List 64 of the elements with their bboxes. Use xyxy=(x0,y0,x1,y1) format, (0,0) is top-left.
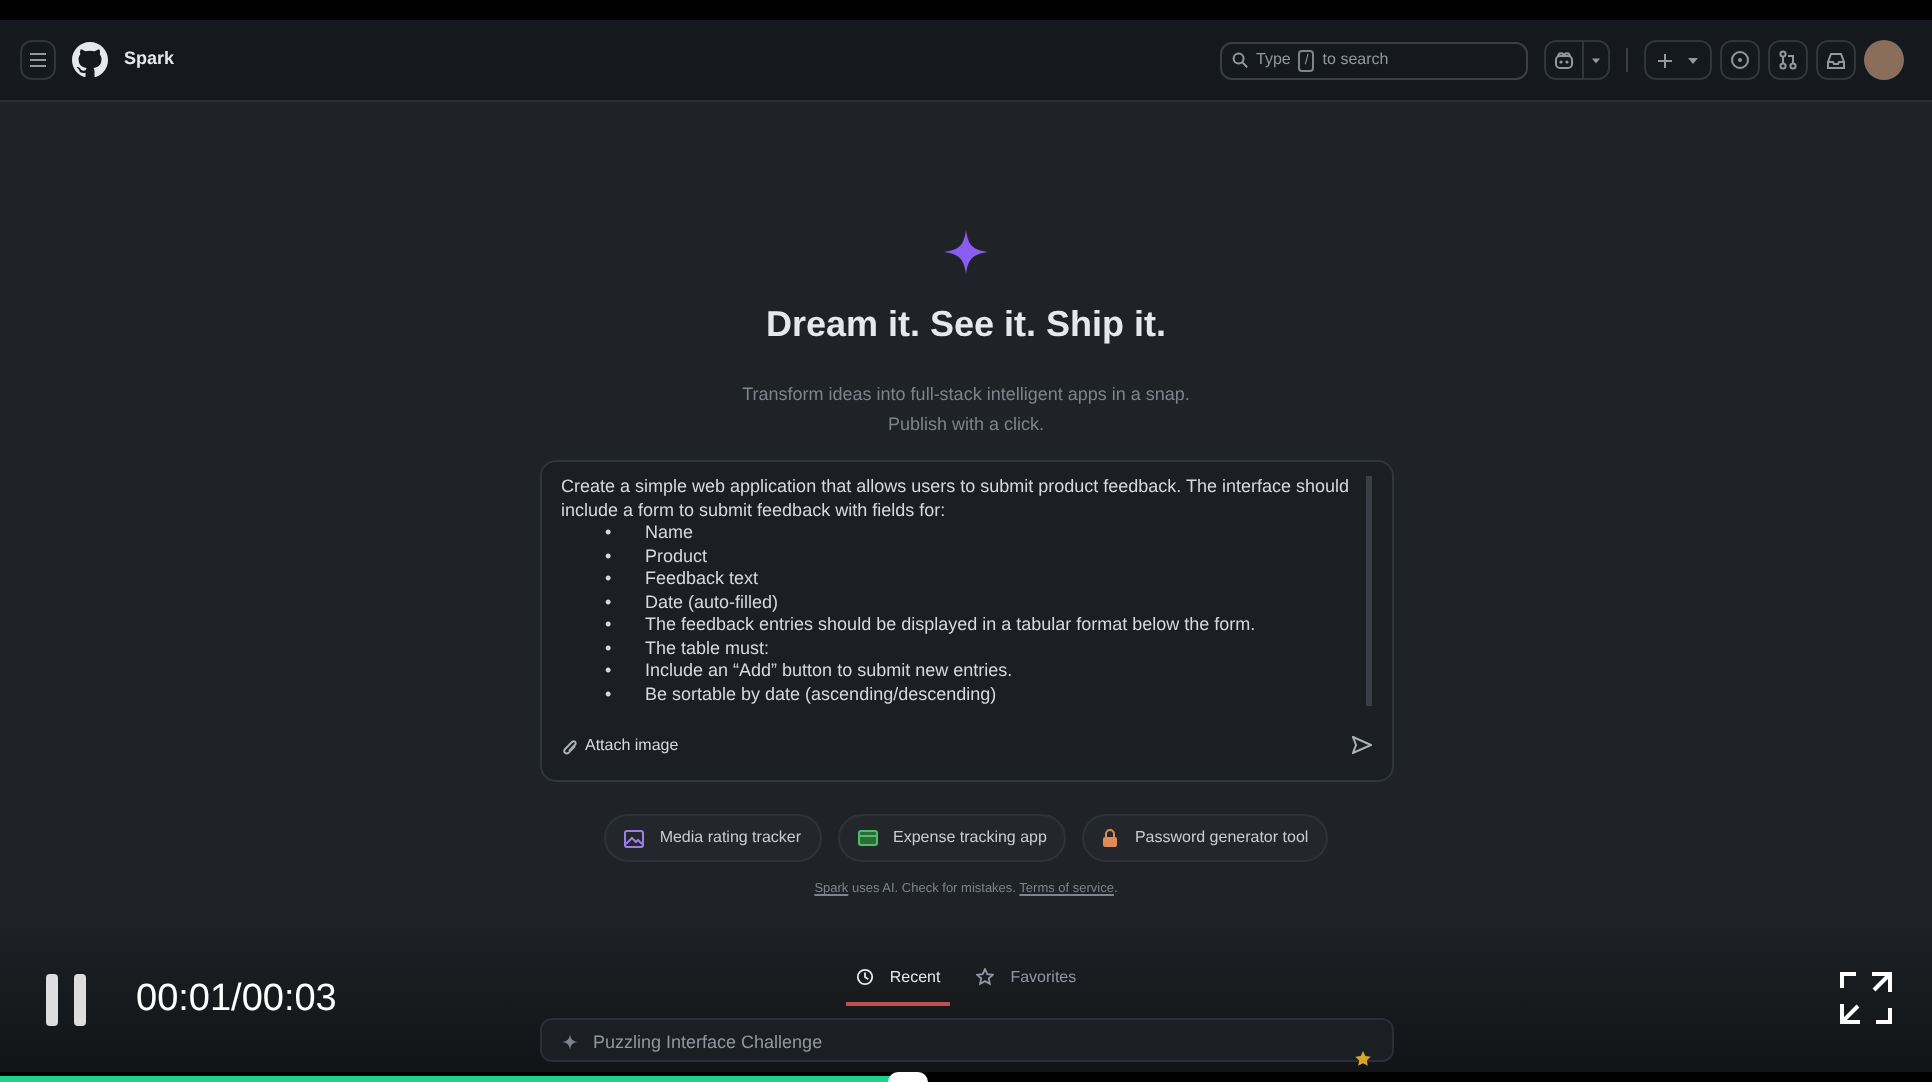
plus-icon xyxy=(1658,53,1672,67)
prompt-text: Feedback text xyxy=(645,568,759,591)
issue-icon xyxy=(1730,50,1750,70)
tab[interactable]: Favorites xyxy=(966,959,1087,1006)
caret-icon xyxy=(1688,57,1698,63)
bullet-marker: • xyxy=(603,545,614,568)
fullscreen-icon xyxy=(1840,972,1892,1024)
menu-button[interactable] xyxy=(20,40,56,80)
bullet-marker: • xyxy=(603,683,614,706)
caret-icon xyxy=(1592,57,1600,63)
prompt-text: The feedback entries should be displayed in a tabular format below the form. xyxy=(645,614,1256,637)
bullet-marker: • xyxy=(603,614,614,637)
copilot-button[interactable] xyxy=(1544,40,1584,80)
star-icon[interactable] xyxy=(1353,1049,1371,1068)
bullet-marker: • xyxy=(603,591,614,614)
prompt-field[interactable] xyxy=(539,460,1393,782)
image-icon xyxy=(623,829,644,847)
prompt-text: Name xyxy=(645,522,694,545)
bullet-marker: • xyxy=(603,568,614,591)
fullscreen-button[interactable] xyxy=(1840,972,1892,1024)
bullet-marker: • xyxy=(603,660,614,683)
hero-title: Dream it. See it. Ship it. xyxy=(765,302,1167,348)
search-icon xyxy=(1232,52,1248,68)
sparkle-icon xyxy=(944,230,988,274)
sparkle-icon xyxy=(561,1033,577,1050)
lock-icon xyxy=(1102,828,1119,848)
subtitle-text: Transform ideas into full-stack intelligent apps in a snap. xyxy=(742,382,1190,408)
suggestion-chip[interactable]: Media rating tracker xyxy=(603,814,822,862)
recent-item[interactable]: Puzzling Interface Challenge xyxy=(539,1017,1393,1062)
attach-image-button[interactable]: Attach image xyxy=(561,734,679,758)
issues-button[interactable] xyxy=(1720,40,1760,80)
prompt-text: Date (auto-filled) xyxy=(645,591,779,614)
app-name[interactable]: Spark xyxy=(124,46,175,74)
bullet-marker: • xyxy=(603,637,614,660)
recent-title: Puzzling Interface Challenge xyxy=(593,1029,825,1056)
suggestion-chip[interactable]: Password generator tool xyxy=(1082,814,1329,862)
suggestion-chip[interactable]: Expense tracking app xyxy=(837,814,1067,862)
inbox-button[interactable] xyxy=(1816,40,1856,80)
pause-button[interactable] xyxy=(44,974,88,1027)
progress-track[interactable] xyxy=(0,1072,1932,1082)
prompt-text: Be sortable by date (ascending/descending) xyxy=(645,683,997,706)
create-button[interactable] xyxy=(1644,40,1712,80)
inbox-icon xyxy=(1826,51,1846,69)
time-display: 00:01/00:03 xyxy=(136,976,337,1024)
star-icon xyxy=(976,968,995,987)
prompt-text: Product xyxy=(645,545,708,568)
pause-icon xyxy=(44,974,88,1027)
subtitle-text: Publish with a click. xyxy=(885,412,1047,438)
bullet-marker: • xyxy=(603,522,614,545)
octocat-logo-icon[interactable] xyxy=(72,42,108,78)
progress-handle[interactable] xyxy=(888,1072,929,1082)
card-icon xyxy=(857,830,878,846)
prompt-text: Include an “Add” button to submit new entries. xyxy=(645,660,1013,683)
menu-icon xyxy=(30,52,46,68)
tab[interactable]: Recent xyxy=(845,959,951,1006)
prompt-text: Create a simple web application that allows users to submit product feedback. The interface should include a form to submit feedback with fields for: xyxy=(561,476,1352,522)
prompt-text: The table must: xyxy=(645,637,770,660)
send-icon xyxy=(1351,736,1371,755)
pull-requests-button[interactable] xyxy=(1768,40,1808,80)
pull-request-icon xyxy=(1778,50,1798,70)
copilot-icon xyxy=(1554,51,1574,69)
avatar-circle[interactable] xyxy=(1864,40,1904,80)
paperclip-icon xyxy=(561,737,577,755)
history-icon xyxy=(855,968,874,987)
